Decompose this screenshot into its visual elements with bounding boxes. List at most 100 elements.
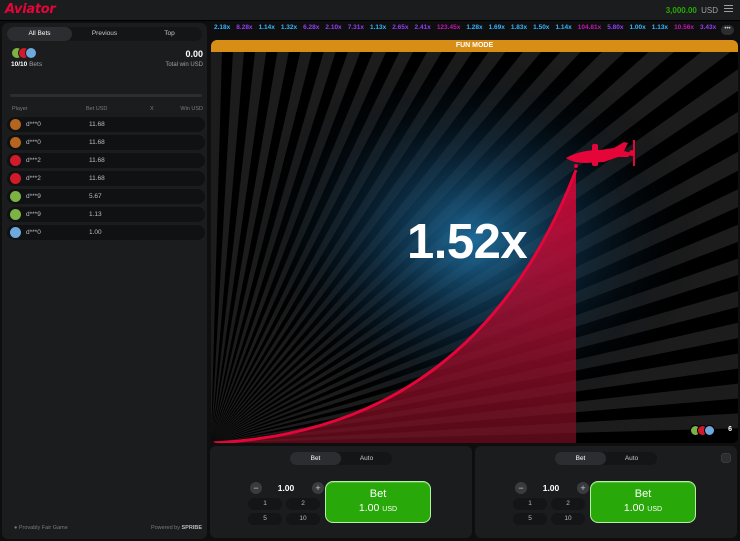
player-name: d***2: [26, 175, 41, 182]
quick-amount-button[interactable]: 5: [248, 513, 282, 525]
tab-previous[interactable]: Previous: [72, 27, 137, 41]
stake-stepper: − 1.00 +: [248, 481, 324, 495]
quick-amount-button[interactable]: 10: [551, 513, 585, 525]
total-win-value: 0.00: [185, 49, 203, 59]
bet-amount: 11.68: [89, 157, 105, 164]
history-multiplier[interactable]: 1.50x: [533, 24, 549, 31]
decrease-stake-button[interactable]: −: [250, 482, 262, 494]
decrease-stake-button[interactable]: −: [515, 482, 527, 494]
stake-value[interactable]: 1.00: [533, 483, 569, 493]
tab-bet[interactable]: Bet: [555, 452, 606, 465]
remove-panel-icon[interactable]: [721, 453, 731, 463]
history-multiplier[interactable]: 123.45x: [437, 24, 461, 31]
hamburger-menu-icon[interactable]: [724, 5, 733, 14]
history-more-button[interactable]: •••: [721, 25, 734, 35]
history-multiplier[interactable]: 2.18x: [214, 24, 230, 31]
total-win-label: Total win USD: [165, 62, 203, 68]
online-players: 6: [690, 425, 732, 437]
tab-all-bets[interactable]: All Bets: [7, 27, 72, 41]
history-multiplier[interactable]: 104.81x: [578, 24, 602, 31]
bet-amount: 11.68: [89, 139, 105, 146]
bets-table: d***0 11.68 d***0 11.68 d***2 11.68 d***2 11.68…: [7, 117, 205, 243]
history-multiplier[interactable]: 1.83x: [511, 24, 527, 31]
history-multiplier[interactable]: 10.56x: [674, 24, 694, 31]
left-footer: ● Provably Fair Game Powered by SPRIBE: [14, 525, 202, 533]
table-row: d***0 1.00: [7, 225, 205, 240]
history-multiplier[interactable]: 6.28x: [303, 24, 319, 31]
column-bet: Bet USD: [86, 106, 108, 112]
history-multiplier[interactable]: 5.80x: [607, 24, 623, 31]
bet-panel-1: Bet Auto − 1.00 + 1 2 5 10 Bet 1.00 USD: [210, 446, 472, 538]
history-multiplier[interactable]: 2.10x: [325, 24, 341, 31]
player-name: d***0: [26, 229, 41, 236]
quick-amount-button[interactable]: 2: [286, 498, 320, 510]
bets-summary: 10/10 Bets 0.00 Total win USD: [11, 47, 203, 69]
history-multiplier[interactable]: 2.65x: [392, 24, 408, 31]
quick-amount-button[interactable]: 5: [513, 513, 547, 525]
avatar: [25, 47, 37, 59]
tab-bet[interactable]: Bet: [290, 452, 341, 465]
table-row: d***9 5.67: [7, 189, 205, 204]
bet-amount: 11.68: [89, 175, 105, 182]
increase-stake-button[interactable]: +: [312, 482, 324, 494]
bet-amount: 11.68: [89, 121, 105, 128]
stake-value[interactable]: 1.00: [268, 483, 304, 493]
table-row: d***2 11.68: [7, 171, 205, 186]
place-bet-button[interactable]: Bet 1.00 USD: [325, 481, 431, 523]
history-multiplier[interactable]: 1.28x: [466, 24, 482, 31]
player-name: d***0: [26, 139, 41, 146]
balance-currency: USD: [701, 6, 718, 15]
current-multiplier: 1.52x: [407, 215, 528, 269]
table-row: d***0 11.68: [7, 117, 205, 132]
powered-by: Powered by SPRIBE: [150, 525, 202, 531]
tab-auto[interactable]: Auto: [606, 452, 657, 465]
avatar: [10, 227, 21, 238]
game-canvas: FUN MODE 1.52x 6: [211, 40, 738, 443]
column-win: Win USD: [180, 106, 203, 112]
history-multiplier[interactable]: 1.00x: [630, 24, 646, 31]
bet-amount: 1.00: [89, 229, 102, 236]
quick-amount-button[interactable]: 10: [286, 513, 320, 525]
place-bet-button[interactable]: Bet 1.00 USD: [590, 481, 696, 523]
history-multiplier[interactable]: 3.43x: [700, 24, 716, 31]
quick-amount-button[interactable]: 1: [513, 498, 547, 510]
balance-amount: 3,000.00: [665, 6, 697, 15]
history-multiplier[interactable]: 1.69x: [489, 24, 505, 31]
aviator-logo[interactable]: Aviator: [5, 2, 56, 17]
tab-auto[interactable]: Auto: [341, 452, 392, 465]
bets-table-header: Player Bet USD X Win USD: [10, 106, 203, 114]
quick-amount-button[interactable]: 2: [551, 498, 585, 510]
tab-top[interactable]: Top: [137, 27, 202, 41]
top-bar: Aviator 3,000.00 USD: [0, 0, 740, 21]
player-name: d***2: [26, 157, 41, 164]
history-multiplier[interactable]: 1.14x: [259, 24, 275, 31]
multiplier-history: 2.18x 8.28x 1.14x 1.32x 6.28x 2.10x 7.31x 1.13x…: [214, 24, 719, 36]
player-name: d***9: [26, 193, 41, 200]
table-row: d***2 11.68: [7, 153, 205, 168]
history-multiplier[interactable]: 8.28x: [236, 24, 252, 31]
history-multiplier[interactable]: 2.41x: [415, 24, 431, 31]
history-multiplier[interactable]: 7.31x: [348, 24, 364, 31]
quick-amount-button[interactable]: 1: [248, 498, 282, 510]
bet-mode-tabs: Bet Auto: [290, 452, 392, 465]
history-multiplier[interactable]: 1.13x: [370, 24, 386, 31]
column-player: Player: [12, 106, 28, 112]
increase-stake-button[interactable]: +: [577, 482, 589, 494]
bet-amount: 5.67: [89, 193, 102, 200]
bet-amount: 1.13: [89, 211, 102, 218]
history-multiplier[interactable]: 1.32x: [281, 24, 297, 31]
avatar: [10, 209, 21, 220]
provably-fair-link[interactable]: ● Provably Fair Game: [14, 525, 68, 531]
bets-progress-bar: [10, 94, 202, 97]
table-row: d***9 1.13: [7, 207, 205, 222]
avatar: [10, 119, 21, 130]
bets-tabs: All Bets Previous Top: [7, 27, 202, 41]
player-name: d***0: [26, 121, 41, 128]
history-multiplier[interactable]: 1.13x: [652, 24, 668, 31]
player-name: d***9: [26, 211, 41, 218]
stake-stepper: − 1.00 +: [513, 481, 589, 495]
avatar: [10, 137, 21, 148]
bettors-avatars: [11, 47, 45, 59]
column-x: X: [150, 106, 154, 112]
history-multiplier[interactable]: 1.14x: [555, 24, 571, 31]
